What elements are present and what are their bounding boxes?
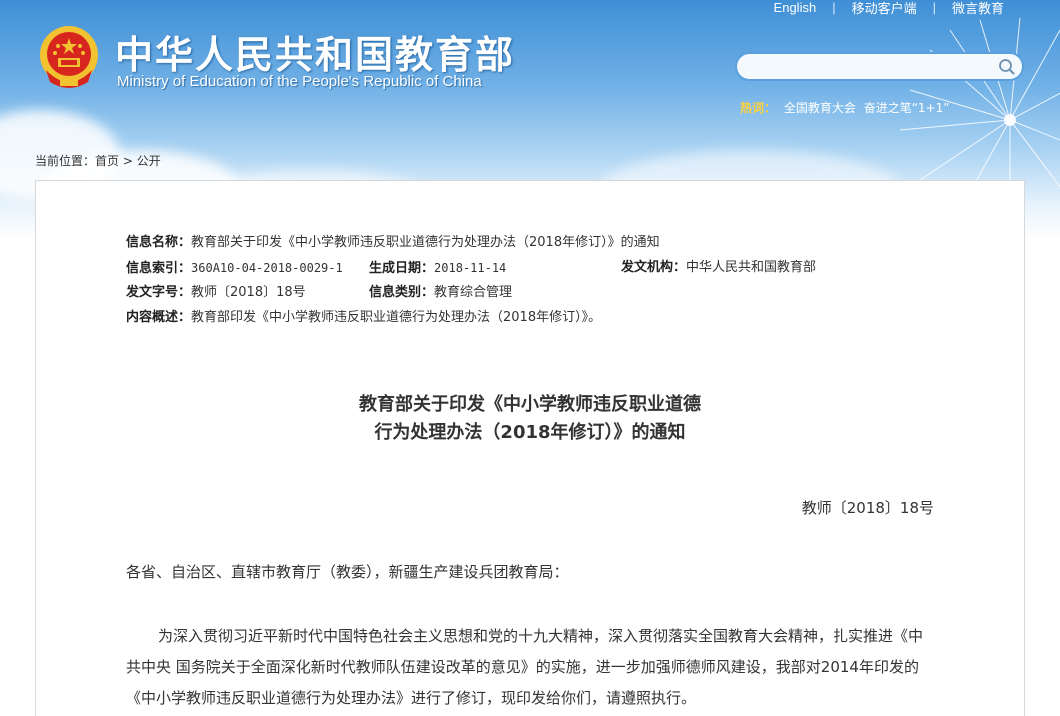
meta-row-docno: 发文字号：教师〔2018〕18号 信息类别：教育综合管理 [126,283,660,308]
info-metadata: 信息名称：教育部关于印发《中小学教师违反职业道德行为处理办法（2018年修订）》… [126,233,816,333]
site-subtitle: Ministry of Education of the People's Re… [117,73,482,90]
meta-label: 发文字号： [126,285,192,300]
divider: | [932,0,936,15]
document-title-line: 教育部关于印发《中小学教师违反职业道德 [359,394,701,415]
search-input[interactable] [737,54,987,79]
meta-value: 360A10-04-2018-0029-1 [191,261,343,275]
breadcrumb-home-link[interactable]: 首页 [95,154,119,168]
content-panel: 信息名称：教育部关于印发《中小学教师违反职业道德行为处理办法（2018年修订）》… [35,180,1025,716]
wechat-link[interactable]: 微言教育 [936,0,1020,17]
hot-word-link[interactable]: 奋进之笔“1+1” [864,101,950,115]
english-link[interactable]: English [758,0,833,15]
meta-row-summary: 内容概述：教育部印发《中小学教师违反职业道德行为处理办法（2018年修订）》。 [126,308,660,333]
meta-value: 教师〔2018〕18号 [191,285,306,300]
breadcrumb-current-link[interactable]: 公开 [137,154,161,168]
national-emblem-icon [38,24,100,90]
meta-row-name: 信息名称：教育部关于印发《中小学教师违反职业道德行为处理办法（2018年修订）》… [126,233,660,258]
meta-label: 信息名称： [126,235,192,250]
search-icon[interactable] [998,58,1016,76]
meta-value: 教育部关于印发《中小学教师违反职业道德行为处理办法（2018年修订）》的通知 [191,235,660,250]
hot-words-label: 热词： [740,101,777,115]
document-title-line: 行为处理办法（2018年修订）》的通知 [374,422,686,443]
meta-row-index: 信息索引：360A10-04-2018-0029-1 生成日期：2018-11-… [126,258,816,283]
document-paragraph: 为深入贯彻习近平新时代中国特色社会主义思想和党的十九大精神，深入贯彻落实全国教育… [126,627,924,707]
breadcrumb-separator: > [122,154,133,168]
document-number: 教师〔2018〕18号 [801,499,934,517]
site-title[interactable]: 中华人民共和国教育部 [115,24,515,79]
meta-value: 中华人民共和国教育部 [686,260,817,275]
document-title: 教育部关于印发《中小学教师违反职业道德 行为处理办法（2018年修订）》的通知 [36,391,1024,447]
meta-label: 内容概述： [126,310,192,325]
meta-label: 发文机构： [621,260,687,275]
meta-value: 教育部印发《中小学教师违反职业道德行为处理办法（2018年修订）》。 [191,310,602,325]
mobile-client-link[interactable]: 移动客户端 [836,0,933,17]
top-links: English | 移动客户端 | 微言教育 [758,0,1020,17]
meta-value: 教育综合管理 [434,285,513,300]
hot-words: 热词： 全国教育大会 奋进之笔“1+1” [740,99,949,116]
meta-value: 2018-11-14 [434,261,507,275]
meta-label: 信息类别： [369,285,435,300]
search-box [735,52,1024,81]
breadcrumb: 当前位置：首页 > 公开 [35,152,161,169]
meta-label: 信息索引： [126,261,192,276]
document-salutation: 各省、自治区、直辖市教育厅（教委），新疆生产建设兵团教育局： [126,563,569,581]
hot-word-link[interactable]: 全国教育大会 [784,101,856,115]
meta-label: 生成日期： [369,261,435,276]
divider: | [832,0,836,15]
breadcrumb-prefix: 当前位置： [35,154,96,168]
